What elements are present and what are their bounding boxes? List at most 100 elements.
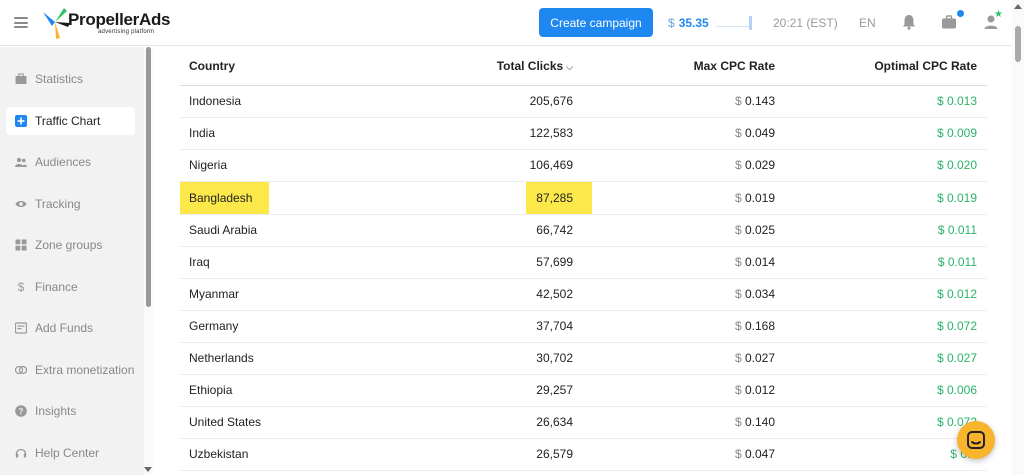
currency-symbol: $ — [936, 94, 944, 108]
column-header-total-clicks[interactable]: Total Clicks ⌵ — [340, 47, 583, 86]
page-scrollbar-thumb[interactable] — [1015, 26, 1021, 62]
sidebar-item-tracking[interactable]: Tracking — [6, 190, 135, 218]
clicks-value: 26,634 — [536, 415, 573, 429]
sidebar-scrollbar-thumb[interactable] — [146, 47, 151, 307]
sidebar-item-statistics[interactable]: Statistics — [6, 65, 135, 93]
country-name: Indonesia — [189, 94, 242, 108]
country-name: Ethiopia — [189, 383, 233, 397]
cell-max-cpc: $ 0.019 — [583, 181, 785, 215]
cell-max-cpc: $ 0.029 — [583, 149, 785, 182]
max-cpc-value: 0.140 — [744, 415, 775, 429]
max-cpc-value: 0.034 — [744, 287, 775, 301]
help-icon: ? — [15, 405, 27, 417]
cell-country: Nigeria — [180, 149, 340, 182]
balance[interactable]: $35.35 — [668, 16, 709, 30]
cell-optimal-cpc: $ 0.072 — [785, 406, 987, 439]
bell-icon[interactable] — [900, 13, 918, 31]
currency-symbol: $ — [950, 447, 957, 461]
sidebar-item-label: Traffic Chart — [35, 114, 101, 128]
currency-symbol: $ — [734, 223, 742, 237]
clicks-value: 205,676 — [529, 94, 573, 108]
clicks-value: 106,469 — [529, 158, 573, 172]
chat-icon — [967, 431, 985, 449]
sidebar-item-label: Insights — [35, 404, 77, 418]
clicks-value: 29,257 — [536, 383, 573, 397]
sidebar-scrollbar[interactable] — [144, 47, 153, 475]
optimal-cpc-value: 0.020 — [946, 158, 977, 172]
sidebar-item-finance[interactable]: $ Finance — [6, 273, 135, 301]
sidebar-item-add-funds[interactable]: Add Funds — [6, 314, 135, 342]
cell-optimal-cpc: $ 0.072 — [785, 310, 987, 343]
currency-symbol: $ — [936, 126, 944, 140]
sidebar-item-insights[interactable]: ? Insights — [6, 397, 135, 425]
currency-symbol: $ — [734, 447, 742, 461]
table-row: Uzbekistan26,579$ 0.047$ 0.0 — [180, 438, 987, 471]
menu-icon[interactable] — [14, 17, 28, 28]
table-row: Myanmar 42,502 $ 0.034 $ 0.012 — [180, 278, 987, 311]
sidebar-item-help-center[interactable]: Help Center — [6, 439, 135, 467]
max-cpc-value: 0.029 — [744, 158, 775, 172]
optimal-cpc-value: 0.012 — [946, 287, 977, 301]
traffic-table: Country Total Clicks ⌵ Max CPC Rate Optim… — [180, 47, 987, 471]
scroll-up-arrow-icon[interactable] — [1014, 4, 1022, 9]
sort-chevron-down-icon[interactable]: ⌵ — [566, 62, 573, 72]
cell-optimal-cpc: $ 0.019 — [785, 181, 987, 215]
column-header-optimal-cpc[interactable]: Optimal CPC Rate — [785, 47, 987, 86]
cell-max-cpc: $ 0.143 — [583, 85, 785, 118]
currency-symbol: $ — [936, 351, 944, 365]
cell-max-cpc: $ 0.140 — [583, 406, 785, 439]
cell-optimal-cpc: $ 0.011 — [785, 246, 987, 279]
cell-optimal-cpc: $ 0.009 — [785, 117, 987, 150]
propellerads-logo[interactable]: PropellerAds advertising platform — [40, 5, 171, 41]
dollar-icon: $ — [17, 280, 25, 294]
chat-button[interactable] — [957, 421, 995, 459]
sidebar-item-zone-groups[interactable]: Zone groups — [6, 231, 135, 259]
sidebar-item-audiences[interactable]: Audiences — [6, 148, 135, 176]
cell-total-clicks: 57,699 — [340, 246, 583, 279]
create-campaign-button[interactable]: Create campaign — [539, 8, 653, 37]
cell-country: United States — [180, 406, 340, 439]
sidebar-item-extra-monetization[interactable]: Extra monetization — [6, 356, 135, 384]
cell-total-clicks: 30,702 — [340, 342, 583, 375]
clicks-value: 30,702 — [536, 351, 573, 365]
currency-symbol: $ — [734, 94, 742, 108]
table-row: Indonesia 205,676 $ 0.143 $ 0.013 — [180, 85, 987, 118]
column-header-country[interactable]: Country — [180, 47, 340, 86]
cell-country: Bangladesh — [180, 181, 340, 215]
table-row: Germany 37,704 $ 0.168 $ 0.072 — [180, 310, 987, 343]
cell-max-cpc: $ 0.027 — [583, 342, 785, 375]
scroll-down-arrow-icon[interactable] — [144, 467, 152, 472]
page-scrollbar[interactable] — [1012, 0, 1024, 475]
cell-optimal-cpc: $ 0.011 — [785, 214, 987, 247]
currency-symbol: $ — [734, 126, 742, 140]
max-cpc-value: 0.168 — [744, 319, 775, 333]
country-name: Uzbekistan — [189, 447, 249, 461]
balance-bar — [716, 16, 752, 30]
column-header-max-cpc[interactable]: Max CPC Rate — [583, 47, 785, 86]
currency-symbol: $ — [734, 415, 742, 429]
cell-country: Germany — [180, 310, 340, 343]
currency-symbol: $ — [734, 158, 742, 172]
cell-country: Netherlands — [180, 342, 340, 375]
cell-optimal-cpc: $ 0.006 — [785, 374, 987, 407]
sidebar-item-traffic-chart[interactable]: Traffic Chart — [6, 107, 135, 135]
balance-currency: $ — [668, 16, 675, 30]
cell-max-cpc: $ 0.047 — [583, 438, 785, 471]
cell-total-clicks: 87,285 — [340, 181, 592, 215]
cell-max-cpc: $ 0.014 — [583, 246, 785, 279]
star-icon: ★ — [994, 9, 1003, 20]
currency-symbol: $ — [734, 351, 742, 365]
language-selector[interactable]: EN — [859, 16, 876, 30]
cell-max-cpc: $ 0.034 — [583, 278, 785, 311]
wallet-icon — [15, 322, 27, 334]
briefcase-icon[interactable] — [940, 13, 958, 31]
cell-total-clicks: 29,257 — [340, 374, 583, 407]
cell-country: Uzbekistan — [180, 438, 340, 471]
table-row: Nigeria 106,469 $ 0.029 $ 0.020 — [180, 149, 987, 182]
highlight-country: Bangladesh — [180, 181, 270, 214]
cell-total-clicks: 122,583 — [340, 117, 583, 150]
currency-symbol: $ — [936, 190, 944, 205]
briefcase-icon — [15, 73, 27, 84]
sidebar-item-label: Tracking — [35, 197, 81, 211]
country-name: United States — [189, 415, 262, 429]
